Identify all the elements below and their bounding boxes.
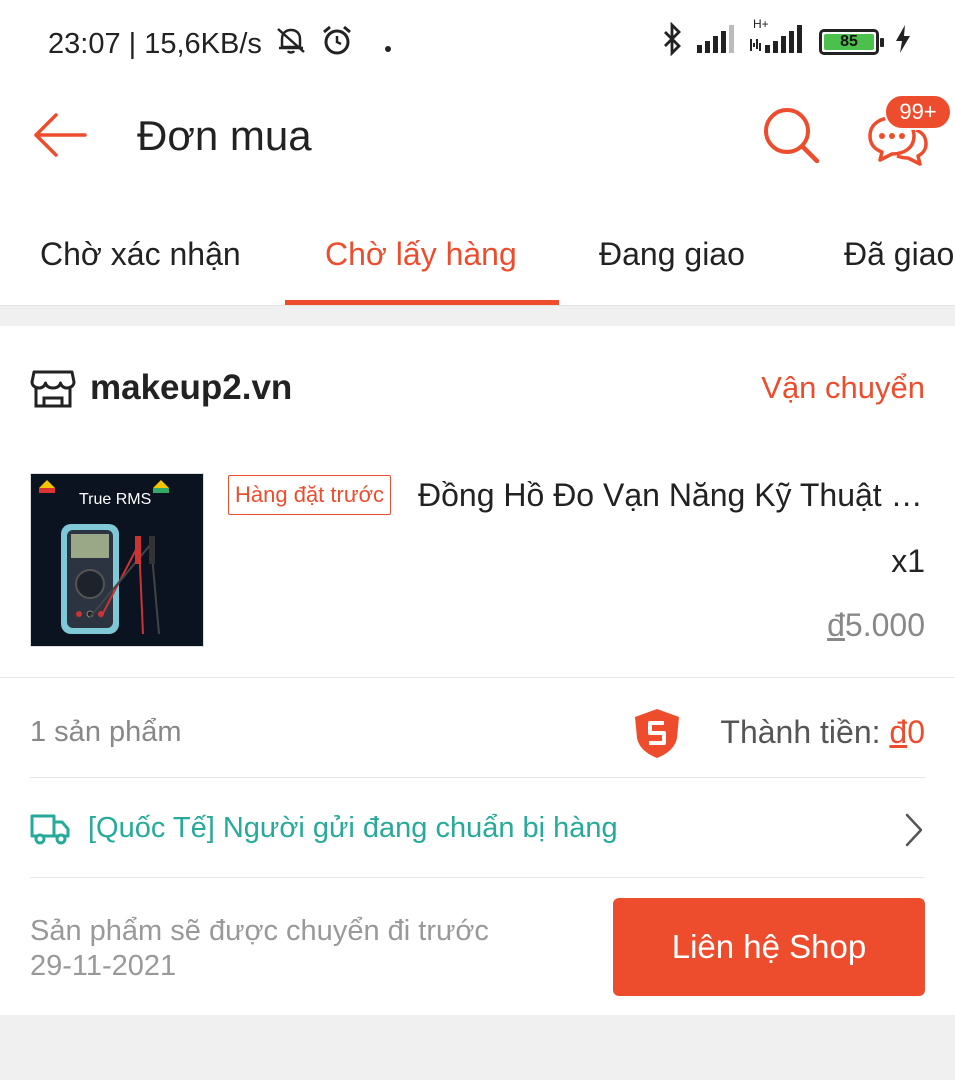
shipping-date: 29-11-2021: [30, 950, 177, 982]
status-bar-left: 23:07 | 15,6KB/s: [48, 24, 392, 64]
total-currency: đ: [889, 714, 908, 750]
shop-icon: [30, 368, 76, 410]
status-bar-right: H+ 85: [657, 17, 911, 61]
search-icon[interactable]: [760, 104, 822, 166]
tracking-row[interactable]: [Quốc Tế] Người gửi đang chuẩn bị hàng: [30, 806, 925, 858]
product-name[interactable]: Đồng Hồ Đo Vạn Năng Kỹ Thuật Số: [418, 477, 925, 514]
total-amount: đ0: [889, 714, 925, 750]
item-count: 1 sản phẩm: [30, 716, 182, 748]
app-bar: Đơn mua 99+: [0, 86, 955, 192]
tab-dang-giao[interactable]: Đang giao: [599, 236, 745, 273]
chat-badge: 99+: [884, 94, 952, 130]
total-label: Thành tiền:: [720, 714, 890, 750]
status-bar: 23:07 | 15,6KB/s H+ 85: [0, 0, 955, 86]
tab-cho-lay-hang[interactable]: Chờ lấy hàng: [325, 236, 517, 273]
status-time-speed: 23:07 | 15,6KB/s: [48, 27, 262, 60]
product-image-label: True RMS: [79, 491, 152, 508]
tracking-status[interactable]: [Quốc Tế] Người gửi đang chuẩn bị hàng: [88, 812, 618, 845]
chevron-right-icon[interactable]: [903, 812, 925, 848]
order-total: Thành tiền: đ0: [720, 714, 925, 751]
product-quantity: x1: [891, 543, 925, 579]
divider: [0, 677, 955, 678]
order-tabs: Chờ xác nhận Chờ lấy hàng Đang giao Đã g…: [0, 192, 955, 306]
bluetooth-icon: [657, 21, 687, 61]
network-type-label: H+: [753, 17, 769, 31]
shopee-guarantee-icon: [630, 706, 684, 760]
total-value: 0: [907, 714, 925, 750]
active-tab-indicator: [285, 300, 559, 305]
contact-shop-button[interactable]: Liên hệ Shop: [613, 898, 925, 996]
tab-cho-xac-nhan[interactable]: Chờ xác nhận: [40, 236, 241, 273]
price-currency: đ: [827, 607, 845, 643]
signal-icon: H+: [749, 17, 809, 58]
product-price: đ5.000: [827, 607, 925, 644]
product-item[interactable]: True RMS Hàng đặt trước Đồng Hồ Đo Vạn N…: [30, 473, 925, 648]
notifications-muted-icon: [274, 25, 308, 63]
alarm-icon: [320, 24, 354, 64]
product-image[interactable]: True RMS: [30, 473, 204, 647]
order-summary: 1 sản phẩm Thành tiền: đ0: [30, 706, 925, 766]
battery-icon: 85: [819, 28, 884, 55]
battery-level: 85: [824, 33, 874, 50]
order-footer: Sản phẩm sẽ được chuyển đi trước 29-11-2…: [30, 898, 925, 996]
divider: [30, 877, 925, 878]
charging-icon: [895, 25, 911, 58]
shop-header[interactable]: makeup2.vn Vận chuyển: [30, 362, 925, 414]
shop-name[interactable]: makeup2.vn: [90, 368, 292, 408]
dot-icon: [384, 28, 392, 61]
shipping-note-text: Sản phẩm sẽ được chuyển đi trước: [30, 915, 489, 947]
order-card[interactable]: makeup2.vn Vận chuyển True RMS Hàng đặt …: [0, 326, 955, 1015]
shipping-status: Vận chuyển: [761, 370, 925, 405]
divider: [30, 777, 925, 778]
shipping-note: Sản phẩm sẽ được chuyển đi trước 29-11-2…: [30, 914, 489, 984]
price-value: 5.000: [844, 607, 925, 643]
truck-icon: [30, 812, 70, 846]
preorder-tag: Hàng đặt trước: [228, 475, 391, 515]
page-title: Đơn mua: [137, 112, 312, 159]
signal-icon: [697, 25, 739, 58]
back-arrow-icon[interactable]: [30, 110, 90, 160]
tab-da-giao[interactable]: Đã giao: [844, 236, 954, 273]
